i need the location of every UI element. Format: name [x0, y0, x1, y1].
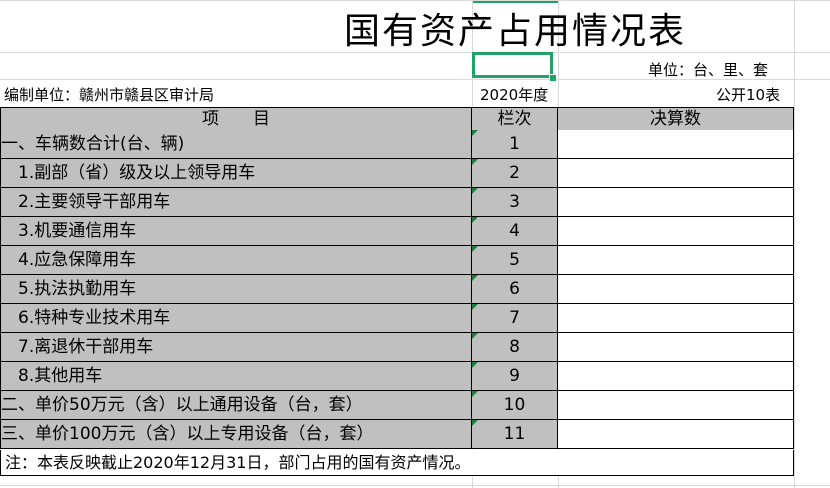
table-row: 1.副部（省）级及以上领导用车 2: [0, 159, 794, 188]
unit-label[interactable]: 单位：台、里、套: [648, 60, 768, 80]
seq-cell[interactable]: 5: [472, 246, 558, 275]
seq-cell[interactable]: 9: [472, 362, 558, 391]
gridline: [0, 0, 830, 1]
error-indicator-icon: [472, 304, 478, 310]
header-item-cell[interactable]: 项 目: [0, 108, 472, 131]
gridline: [794, 0, 795, 488]
selected-cell[interactable]: [472, 52, 553, 78]
item-cell[interactable]: 1.副部（省）级及以上领导用车: [0, 159, 472, 188]
item-cell[interactable]: 4.应急保障用车: [0, 246, 472, 275]
error-indicator-icon: [472, 362, 478, 368]
error-indicator-icon: [472, 246, 478, 252]
table-row: 一、车辆数合计(台、辆) 1: [0, 130, 794, 159]
item-cell[interactable]: 5.执法执勤用车: [0, 275, 472, 304]
error-indicator-icon: [472, 159, 478, 165]
header-seq-cell[interactable]: 栏次: [472, 108, 558, 131]
item-cell[interactable]: 6.特种专业技术用车: [0, 304, 472, 333]
gridline: [0, 485, 830, 486]
header-amount-cell[interactable]: 决算数: [558, 108, 794, 131]
item-cell[interactable]: 一、车辆数合计(台、辆): [0, 130, 472, 159]
table-row: 7.离退休干部用车 8: [0, 333, 794, 362]
error-indicator-icon: [472, 188, 478, 194]
table-number-label[interactable]: 公开10表: [716, 85, 780, 105]
table-row: 8.其他用车 9: [0, 362, 794, 391]
year-label[interactable]: 2020年度: [480, 85, 548, 105]
seq-cell[interactable]: 3: [472, 188, 558, 217]
seq-cell[interactable]: 8: [472, 333, 558, 362]
table-row: 二、单价50万元（含）以上通用设备（台，套） 10: [0, 391, 794, 420]
amount-cell[interactable]: [558, 130, 794, 159]
amount-cell[interactable]: [558, 275, 794, 304]
seq-cell[interactable]: 7: [472, 304, 558, 333]
table-row: 3.机要通信用车 4: [0, 217, 794, 246]
amount-cell[interactable]: [558, 217, 794, 246]
item-cell[interactable]: 8.其他用车: [0, 362, 472, 391]
error-indicator-icon: [472, 420, 478, 426]
error-indicator-icon: [472, 391, 478, 397]
table-row: 2.主要领导干部用车 3: [0, 188, 794, 217]
seq-cell[interactable]: 4: [472, 217, 558, 246]
amount-cell[interactable]: [558, 304, 794, 333]
seq-cell[interactable]: 11: [472, 420, 558, 449]
sheet-title[interactable]: 国有资产占用情况表: [300, 8, 730, 56]
table-row: 6.特种专业技术用车 7: [0, 304, 794, 333]
error-indicator-icon: [472, 275, 478, 281]
seq-cell[interactable]: 1: [472, 130, 558, 159]
item-cell[interactable]: 2.主要领导干部用车: [0, 188, 472, 217]
amount-cell[interactable]: [558, 362, 794, 391]
fill-handle[interactable]: [549, 74, 557, 82]
item-cell[interactable]: 二、单价50万元（含）以上通用设备（台，套）: [0, 391, 472, 420]
footnote[interactable]: 注：本表反映截止2020年12月31日，部门占用的国有资产情况。: [0, 450, 794, 476]
table-row: 三、单价100万元（含）以上专用设备（台，套） 11: [0, 420, 794, 449]
organization-label[interactable]: 编制单位：赣州市赣县区审计局: [4, 85, 214, 105]
amount-cell[interactable]: [558, 333, 794, 362]
item-cell[interactable]: 7.离退休干部用车: [0, 333, 472, 362]
amount-cell[interactable]: [558, 159, 794, 188]
amount-cell[interactable]: [558, 246, 794, 275]
item-cell[interactable]: 3.机要通信用车: [0, 217, 472, 246]
table-row: 4.应急保障用车 5: [0, 246, 794, 275]
item-cell[interactable]: 三、单价100万元（含）以上专用设备（台，套）: [0, 420, 472, 449]
table-row: 5.执法执勤用车 6: [0, 275, 794, 304]
amount-cell[interactable]: [558, 188, 794, 217]
seq-cell[interactable]: 6: [472, 275, 558, 304]
asset-table: 项 目 栏次 决算数 一、车辆数合计(台、辆) 1 1.副部（省）级及以上领导用车…: [0, 107, 794, 476]
seq-cell[interactable]: 2: [472, 159, 558, 188]
error-indicator-icon: [472, 333, 478, 339]
error-indicator-icon: [472, 130, 478, 136]
seq-cell[interactable]: 10: [472, 391, 558, 420]
amount-cell[interactable]: [558, 420, 794, 449]
error-indicator-icon: [472, 217, 478, 223]
amount-cell[interactable]: [558, 391, 794, 420]
